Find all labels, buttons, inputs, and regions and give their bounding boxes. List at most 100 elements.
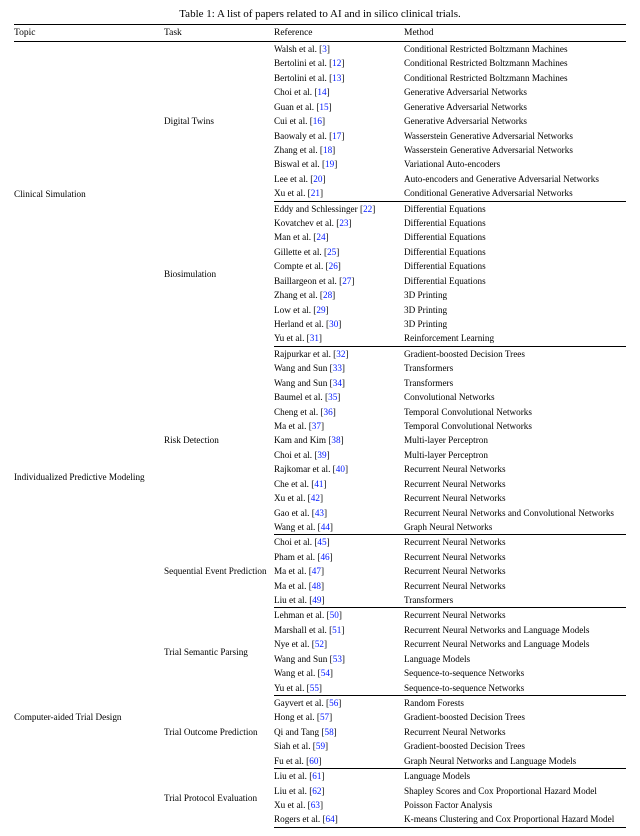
citation-link[interactable]: 15 [319,102,328,112]
table-row: Clinical SimulationDigital TwinsWalsh et… [14,42,626,57]
citation-link[interactable]: 20 [313,174,322,184]
reference-cell: Yu et al. [55] [274,681,404,696]
reference-cell: Siah et al. [59] [274,739,404,753]
method-cell: Conditional Generative Adversarial Netwo… [404,186,626,201]
citation-link[interactable]: 37 [312,421,321,431]
citation-link[interactable]: 53 [333,654,342,664]
method-cell: Differential Equations [404,230,626,244]
method-cell: Differential Equations [404,216,626,230]
method-cell: Multi-layer Perceptron [404,433,626,447]
citation-link[interactable]: 14 [317,87,326,97]
method-cell: Recurrent Neural Networks and Convolutio… [404,506,626,520]
reference-cell: Lee et al. [20] [274,172,404,186]
citation-link[interactable]: 64 [326,814,335,824]
citation-link[interactable]: 60 [309,756,318,766]
method-cell: Conditional Restricted Boltzmann Machine… [404,71,626,85]
citation-link[interactable]: 35 [328,392,337,402]
citation-link[interactable]: 41 [314,479,323,489]
method-cell: Generative Adversarial Networks [404,100,626,114]
citation-link[interactable]: 47 [312,566,321,576]
citation-link[interactable]: 63 [311,800,320,810]
citation-link[interactable]: 57 [320,712,329,722]
citation-link[interactable]: 61 [312,771,321,781]
citation-link[interactable]: 45 [317,537,326,547]
method-cell: Graph Neural Networks [404,520,626,535]
citation-link[interactable]: 52 [315,639,324,649]
caption-prefix: Table 1: [179,8,215,20]
citation-link[interactable]: 29 [316,305,325,315]
citation-link[interactable]: 13 [332,73,341,83]
method-cell: 3D Printing [404,317,626,331]
method-cell: Recurrent Neural Networks [404,550,626,564]
reference-cell: Ma et al. [47] [274,564,404,578]
citation-link[interactable]: 27 [342,276,351,286]
citation-link[interactable]: 59 [316,741,325,751]
citation-link[interactable]: 26 [329,261,338,271]
citation-link[interactable]: 25 [327,247,336,257]
citation-link[interactable]: 3 [322,44,327,54]
reference-cell: Low et al. [29] [274,303,404,317]
method-cell: Recurrent Neural Networks [404,564,626,578]
citation-link[interactable]: 39 [317,450,326,460]
method-cell: Temporal Convolutional Networks [404,405,626,419]
citation-link[interactable]: 48 [312,581,321,591]
citation-link[interactable]: 40 [336,464,345,474]
citation-link[interactable]: 44 [321,522,330,532]
citation-link[interactable]: 56 [329,698,338,708]
citation-link[interactable]: 23 [339,218,348,228]
citation-link[interactable]: 21 [311,188,320,198]
method-cell: Recurrent Neural Networks [404,462,626,476]
citation-link[interactable]: 24 [316,232,325,242]
reference-cell: Wang and Sun [33] [274,361,404,375]
reference-cell: Kovatchev et al. [23] [274,216,404,230]
citation-link[interactable]: 38 [331,435,340,445]
citation-link[interactable]: 17 [332,131,341,141]
method-cell: 3D Printing [404,303,626,317]
reference-cell: Choi et al. [45] [274,535,404,550]
citation-link[interactable]: 19 [325,159,334,169]
reference-cell: Compte et al. [26] [274,259,404,273]
citation-link[interactable]: 18 [323,145,332,155]
topic-cell: Individualized Predictive Modeling [14,346,164,608]
citation-link[interactable]: 32 [336,349,345,359]
method-cell: Recurrent Neural Networks [404,477,626,491]
citation-link[interactable]: 30 [329,319,338,329]
citation-link[interactable]: 58 [324,727,333,737]
method-cell: Wasserstein Generative Adversarial Netwo… [404,143,626,157]
method-cell: Differential Equations [404,201,626,216]
method-cell: Sequence-to-sequence Networks [404,681,626,696]
method-cell: Recurrent Neural Networks and Language M… [404,637,626,651]
citation-link[interactable]: 46 [320,552,329,562]
citation-link[interactable]: 51 [332,625,341,635]
citation-link[interactable]: 33 [333,363,342,373]
method-cell: Gradient-boosted Decision Trees [404,346,626,361]
reference-cell: Biswal et al. [19] [274,157,404,171]
citation-link[interactable]: 16 [313,116,322,126]
method-cell: Generative Adversarial Networks [404,114,626,128]
citation-link[interactable]: 22 [363,204,372,214]
reference-cell: Yu et al. [31] [274,331,404,346]
reference-cell: Nye et al. [52] [274,637,404,651]
reference-cell: Xu et al. [63] [274,798,404,812]
topic-cell: Computer-aided Trial Design [14,608,164,827]
citation-link[interactable]: 43 [315,508,324,518]
citation-link[interactable]: 62 [312,786,321,796]
citation-link[interactable]: 49 [312,595,321,605]
citation-link[interactable]: 55 [310,683,319,693]
reference-cell: Wang and Sun [53] [274,652,404,666]
citation-link[interactable]: 50 [330,610,339,620]
citation-link[interactable]: 36 [324,407,333,417]
reference-cell: Che et al. [41] [274,477,404,491]
papers-table: Topic Task Reference Method Clinical Sim… [14,24,626,828]
task-cell: Trial Outcome Prediction [164,695,274,768]
citation-link[interactable]: 28 [323,290,332,300]
reference-cell: Man et al. [24] [274,230,404,244]
citation-link[interactable]: 42 [311,493,320,503]
topic-cell: Clinical Simulation [14,42,164,347]
citation-link[interactable]: 31 [310,333,319,343]
method-cell: Auto-encoders and Generative Adversarial… [404,172,626,186]
method-cell: Generative Adversarial Networks [404,85,626,99]
citation-link[interactable]: 12 [332,58,341,68]
col-method: Method [404,25,626,42]
citation-link[interactable]: 34 [333,378,342,388]
